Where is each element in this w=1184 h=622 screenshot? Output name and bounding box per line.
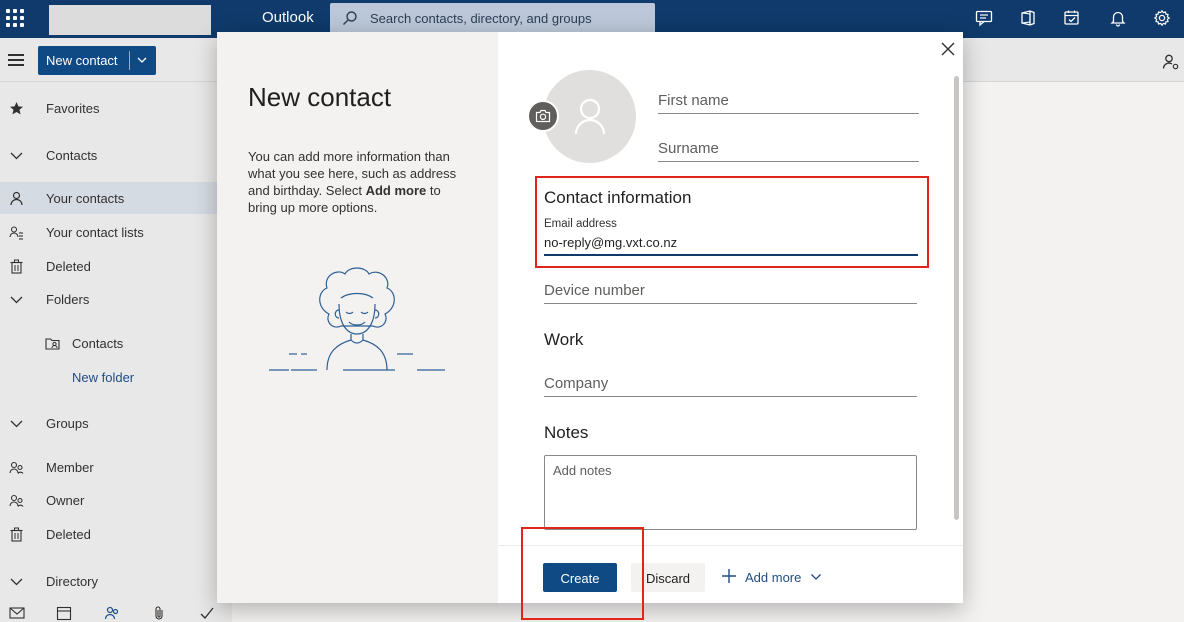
person-illustration-icon bbox=[269, 267, 445, 371]
nav-contacts-group[interactable]: Contacts bbox=[0, 139, 232, 171]
nav-member[interactable]: Member bbox=[0, 451, 232, 483]
new-contact-dialog: New contact You can add more information… bbox=[217, 32, 963, 603]
notes-heading: Notes bbox=[544, 423, 589, 442]
nav-folder-contacts[interactable]: Contacts bbox=[0, 327, 232, 359]
chat-icon[interactable] bbox=[975, 9, 993, 27]
app-launcher-icon[interactable] bbox=[6, 9, 24, 27]
nav-favorites[interactable]: Favorites bbox=[0, 92, 232, 124]
nav-your-contact-lists[interactable]: Your contact lists bbox=[0, 216, 232, 248]
dialog-description: You can add more information than what y… bbox=[248, 148, 470, 216]
surname-field[interactable]: Surname bbox=[658, 138, 919, 162]
office-icon[interactable] bbox=[1019, 9, 1037, 27]
person-icon bbox=[574, 98, 606, 135]
app-brand[interactable]: Outlook bbox=[262, 9, 314, 26]
description-add-more: Add more bbox=[365, 183, 427, 198]
contact-folder-icon bbox=[45, 338, 60, 350]
people-list-icon bbox=[9, 226, 23, 240]
nav-new-folder[interactable]: New folder bbox=[0, 361, 232, 393]
chevron-down-icon bbox=[811, 574, 821, 580]
button-separator bbox=[129, 51, 130, 70]
new-contact-button[interactable]: New contact bbox=[38, 46, 156, 75]
nav-groups[interactable]: Groups bbox=[0, 407, 232, 439]
settings-gear-icon[interactable] bbox=[1153, 9, 1171, 27]
dialog-title: New contact bbox=[248, 82, 392, 112]
nav-label: Contacts bbox=[72, 336, 124, 351]
device-number-field[interactable]: Device number bbox=[544, 280, 917, 304]
search-box[interactable]: Search contacts, directory, and groups bbox=[330, 3, 655, 34]
chevron-down-icon bbox=[10, 578, 23, 586]
nav-label: Owner bbox=[46, 493, 85, 508]
new-folder-link[interactable]: New folder bbox=[72, 370, 134, 385]
nav-label: Member bbox=[46, 460, 94, 475]
nav-groups-deleted[interactable]: Deleted bbox=[0, 518, 232, 550]
nav-label: Folders bbox=[46, 292, 90, 307]
search-input[interactable]: Search contacts, directory, and groups bbox=[370, 11, 592, 26]
group-member-icon bbox=[9, 461, 24, 474]
organization-logo bbox=[49, 5, 211, 35]
mail-icon[interactable] bbox=[9, 605, 25, 621]
chevron-down-icon bbox=[10, 296, 23, 304]
close-icon[interactable] bbox=[939, 40, 957, 58]
surname-placeholder: Surname bbox=[658, 140, 719, 157]
new-contact-label: New contact bbox=[46, 53, 118, 68]
nav-your-contacts[interactable]: Your contacts bbox=[0, 182, 232, 214]
notes-textarea[interactable]: Add notes bbox=[544, 455, 917, 530]
people-icon[interactable] bbox=[104, 605, 120, 621]
camera-icon bbox=[535, 109, 551, 123]
nav-label: Contacts bbox=[46, 148, 98, 163]
add-more-label: Add more bbox=[745, 570, 802, 585]
work-heading: Work bbox=[544, 330, 584, 349]
search-icon bbox=[343, 11, 357, 25]
group-owner-icon bbox=[9, 494, 24, 507]
company-placeholder: Company bbox=[544, 375, 609, 392]
nav-label: Deleted bbox=[46, 527, 91, 542]
my-day-icon[interactable] bbox=[1063, 9, 1081, 27]
create-button-highlight bbox=[521, 527, 644, 620]
dialog-scrollbar[interactable] bbox=[954, 76, 959, 520]
nav-deleted[interactable]: Deleted bbox=[0, 250, 232, 282]
notes-placeholder: Add notes bbox=[553, 463, 612, 478]
person-settings-icon[interactable] bbox=[1162, 53, 1180, 71]
nav-label: Directory bbox=[46, 574, 99, 589]
company-field[interactable]: Company bbox=[544, 373, 917, 397]
star-icon bbox=[10, 102, 23, 115]
calendar-icon[interactable] bbox=[56, 605, 72, 621]
chevron-down-icon bbox=[10, 152, 23, 160]
chevron-down-icon bbox=[10, 420, 23, 428]
first-name-placeholder: First name bbox=[658, 92, 729, 109]
nav-label: Deleted bbox=[46, 259, 91, 274]
chevron-down-icon[interactable] bbox=[136, 54, 148, 66]
nav-label: Your contacts bbox=[46, 191, 125, 206]
first-name-field[interactable]: First name bbox=[658, 90, 919, 114]
attachment-icon[interactable] bbox=[151, 605, 167, 621]
add-photo-button[interactable] bbox=[527, 100, 559, 132]
notifications-bell-icon[interactable] bbox=[1109, 9, 1127, 27]
nav-label: Groups bbox=[46, 416, 89, 431]
trash-icon bbox=[10, 259, 23, 274]
nav-label: Favorites bbox=[46, 101, 100, 116]
hamburger-menu-icon[interactable] bbox=[8, 54, 24, 66]
person-icon bbox=[10, 191, 23, 206]
todo-check-icon[interactable] bbox=[199, 605, 215, 621]
dialog-info-panel: New contact You can add more information… bbox=[217, 32, 498, 603]
nav-folders[interactable]: Folders bbox=[0, 283, 232, 315]
plus-icon bbox=[722, 569, 736, 583]
left-navigation: Favorites Contacts Your contacts Your co… bbox=[0, 82, 232, 622]
nav-owner[interactable]: Owner bbox=[0, 484, 232, 516]
nav-directory[interactable]: Directory bbox=[0, 565, 232, 597]
contact-information-highlight bbox=[535, 176, 929, 268]
module-switcher bbox=[0, 600, 232, 622]
device-number-placeholder: Device number bbox=[544, 282, 645, 299]
nav-label: Your contact lists bbox=[46, 225, 144, 240]
trash-icon bbox=[10, 527, 23, 542]
